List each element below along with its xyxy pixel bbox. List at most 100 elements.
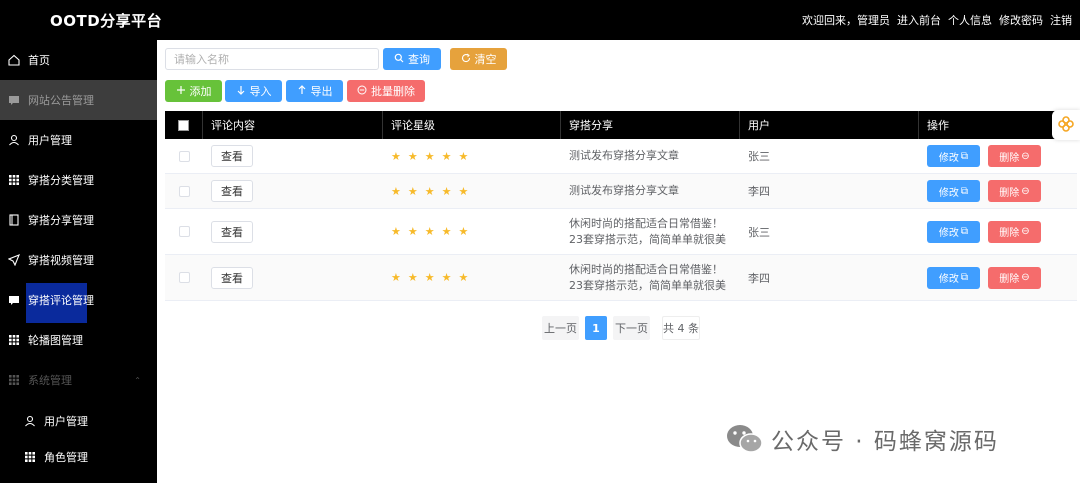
star-icon: ★ [458,225,469,238]
delete-button[interactable]: 删除 ⊖ [988,266,1041,289]
import-button[interactable]: 导入 [225,80,282,102]
share-title: 测试发布穿搭分享文章 [569,149,679,162]
sidebar-item-outfit-video[interactable]: 穿搭视频管理 [0,240,157,280]
refresh-icon [461,53,471,66]
sidebar-item-outfit-share[interactable]: 穿搭分享管理 [0,200,157,240]
star-icon: ★ [391,184,401,198]
clear-button[interactable]: 清空 [450,48,507,70]
delete-button[interactable]: 删除 ⊖ [988,180,1041,202]
delete-button[interactable]: 删除 ⊖ [988,220,1041,243]
star-icon: ★ [441,149,452,163]
logout-link[interactable]: 注销 [1050,12,1072,28]
top-bar: OOTD分享平台 欢迎回来，管理员 进入前台 个人信息 修改密码 注销 [0,0,1080,40]
floating-helper-button[interactable] [1052,110,1080,140]
sidebar-item-notice[interactable]: 网站公告管理 [0,80,157,120]
view-comment-button[interactable]: 查看 [211,145,253,167]
sidebar-item-outfit-category[interactable]: 穿搭分类管理 [0,160,157,200]
prev-page-button[interactable]: 上一页 [542,316,579,340]
star-icon: ★ [424,225,435,238]
sidebar-item-label: 角色管理 [44,451,88,464]
star-icon: ★ [391,271,401,284]
table-row: 查看 ★ ★ ★ ★ ★ 休闲时尚的搭配适合日常借鉴！23套穿搭示范，简简单单就很美 张… [165,209,1077,255]
arrow-up-icon [297,84,307,98]
star-icon: ★ [407,184,418,198]
sidebar-subitem-users[interactable]: 用户管理 [0,401,157,441]
change-password-link[interactable]: 修改密码 [999,12,1043,28]
row-checkbox[interactable] [178,272,190,283]
brand-title: OOTD分享平台 [50,12,163,30]
header-checkbox-cell [165,111,203,139]
edit-button[interactable]: 修改 ⧉ [927,180,980,202]
notice-icon [8,94,20,106]
star-icon: ★ [458,271,469,284]
star-icon: ★ [458,149,469,163]
sidebar-subitem-roles[interactable]: 角色管理 [0,437,157,477]
user-icon [24,415,36,427]
comment-icon [8,294,20,306]
column-header: 评论星级 [383,111,561,139]
add-button[interactable]: 添加 [165,80,222,102]
minus-circle-icon [357,85,367,98]
delete-button[interactable]: 删除 ⊖ [988,145,1041,167]
user-name: 张三 [748,225,770,239]
select-all-checkbox[interactable] [178,119,189,131]
sidebar-item-outfit-comment[interactable]: 穿搭评论管理 [0,280,157,323]
table-row: 查看 ★ ★ ★ ★ ★ 测试发布穿搭分享文章 李四 修改 ⧉ 删除 ⊖ [165,174,1077,209]
export-button[interactable]: 导出 [286,80,343,102]
next-page-button[interactable]: 下一页 [613,316,650,340]
share-title: 休闲时尚的搭配适合日常借鉴！23套穿搭示范，简简单单就很美 [569,216,726,246]
page-number-1[interactable]: 1 [585,316,607,340]
sidebar-item-label: 穿搭分享管理 [28,214,94,227]
grid-icon [24,451,36,463]
star-rating: ★ ★ ★ ★ ★ [391,225,468,238]
column-header: 穿搭分享 [561,111,740,139]
star-icon: ★ [458,184,469,198]
user-name: 李四 [748,271,770,285]
view-comment-button[interactable]: 查看 [211,180,253,202]
edit-button[interactable]: 修改 ⧉ [927,266,980,289]
star-rating: ★ ★ ★ ★ ★ [391,271,468,284]
star-icon: ★ [391,149,401,163]
column-header: 用户 [740,111,919,139]
home-icon [8,54,20,66]
minus-circle-icon: ⊖ [1021,150,1030,162]
sidebar-item-label: 首页 [28,54,50,67]
welcome-text: 欢迎回来，管理员 [802,14,890,27]
chevron-up-icon: ⌃ [134,375,141,385]
share-title: 休闲时尚的搭配适合日常借鉴！23套穿搭示范，简简单单就很美 [569,262,726,292]
total-count: 共 4 条 [662,316,700,340]
row-checkbox[interactable] [178,150,190,162]
edit-button[interactable]: 修改 ⧉ [927,220,980,243]
row-checkbox[interactable] [178,226,190,237]
table-row: 查看 ★ ★ ★ ★ ★ 休闲时尚的搭配适合日常借鉴！23套穿搭示范，简简单单就很美 李… [165,255,1077,301]
top-nav: 欢迎回来，管理员 进入前台 个人信息 修改密码 注销 [802,12,1072,28]
flower-icon [1057,115,1075,136]
column-header: 评论内容 [203,111,383,139]
search-input[interactable] [165,48,379,70]
plus-icon [176,85,186,98]
sidebar-item-carousel[interactable]: 轮播图管理 [0,320,157,360]
grid-icon [8,334,20,346]
batch-delete-button[interactable]: 批量删除 [347,80,425,102]
star-icon: ★ [424,184,435,198]
minus-circle-icon: ⊖ [1021,272,1030,283]
enter-frontend-link[interactable]: 进入前台 [897,12,941,28]
star-rating: ★ ★ ★ ★ ★ [391,185,468,198]
sidebar-item-label: 穿搭评论管理 [28,294,94,307]
edit-button[interactable]: 修改 ⧉ [927,145,980,167]
view-comment-button[interactable]: 查看 [211,220,253,243]
row-checkbox[interactable] [178,185,190,197]
sidebar-item-users[interactable]: 用户管理 [0,120,157,160]
star-icon: ★ [441,225,452,238]
sidebar: 首页 网站公告管理 用户管理 穿搭分类管理 穿搭分享管理 穿搭视频管理 穿搭评论… [0,40,157,483]
sidebar-item-system[interactable]: 系统管理 ⌃ [0,360,157,400]
book-icon [8,214,20,226]
sidebar-item-home[interactable]: 首页 [0,40,157,80]
view-comment-button[interactable]: 查看 [211,266,253,289]
star-icon: ★ [407,149,418,163]
edit-icon: ⧉ [960,185,969,197]
profile-link[interactable]: 个人信息 [948,12,992,28]
sidebar-item-label: 穿搭分类管理 [28,174,94,187]
query-button[interactable]: 查询 [383,48,441,70]
star-icon: ★ [424,149,435,163]
